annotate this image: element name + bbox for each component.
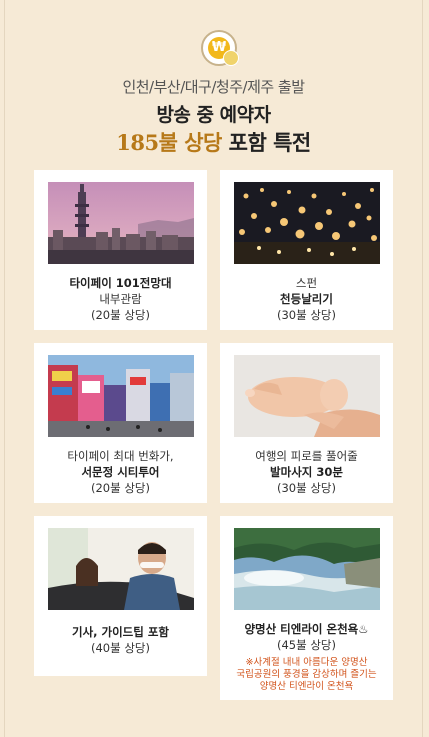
- benefit-card-taipei101: 타이페이 101전망대 내부관람 (20불 상당): [34, 170, 207, 330]
- note-line: 국립공원의 풍경을 감상하며 즐기는: [236, 669, 377, 680]
- benefit-card-ximending: 타이페이 최대 번화가, 서문정 시티투어 (20불 상당): [34, 343, 207, 503]
- card-subtitle: 내부관람: [99, 292, 142, 306]
- card-title: 천등날리기: [280, 292, 333, 306]
- card-location: 스펀: [295, 276, 318, 290]
- card-title: 발마사지 30분: [270, 465, 343, 479]
- page-title: 방송 중 예약자: [156, 104, 271, 126]
- benefit-highlight: 185불 상당: [116, 130, 222, 155]
- card-caption: 타이페이 101전망대 내부관람 (20불 상당): [34, 275, 207, 323]
- benefit-card-tips: 기사, 가이드팁 포함 (40불 상당): [34, 516, 207, 676]
- foot-massage-image: [234, 355, 380, 437]
- note-line: 양명산 티엔라이 온천욕: [259, 681, 354, 692]
- card-caption: 여행의 피로를 풀어줄 발마사지 30분 (30불 상당): [220, 448, 393, 496]
- card-caption: 기사, 가이드팁 포함 (40불 상당): [34, 624, 207, 656]
- card-title: 양명산 티엔라이 온천욕♨: [244, 622, 369, 636]
- card-value: (30불 상당): [276, 308, 336, 322]
- benefit-headline: 185불 상당 포함 특전: [5, 127, 422, 157]
- card-title: 기사, 가이드팁 포함: [71, 625, 169, 639]
- card-description: 여행의 피로를 풀어줄: [255, 449, 358, 463]
- card-title: 서문정 시티투어: [81, 465, 160, 479]
- card-caption: 스펀 천등날리기 (30불 상당): [220, 275, 393, 323]
- ximending-image: [48, 355, 194, 437]
- card-value: (30불 상당): [276, 481, 336, 495]
- check-icon: [223, 50, 239, 66]
- card-caption: 양명산 티엔라이 온천욕♨ (45불 상당): [220, 621, 393, 653]
- promo-panel: ₩ 인천/부산/대구/청주/제주 출발 방송 중 예약자 185불 상당 포함 …: [4, 0, 423, 737]
- card-value: (40불 상당): [90, 641, 150, 655]
- sky-lanterns-image: [234, 182, 380, 264]
- card-caption: 타이페이 최대 번화가, 서문정 시티투어 (20불 상당): [34, 448, 207, 496]
- note-line: ※사계절 내내 아름다운 양명산: [245, 657, 368, 668]
- card-value: (20불 상당): [90, 481, 150, 495]
- hot-spring-image: [234, 528, 380, 610]
- card-description: 타이페이 최대 번화가,: [67, 449, 174, 463]
- card-note: ※사계절 내내 아름다운 양명산 국립공원의 풍경을 감상하며 즐기는 양명산 …: [220, 657, 393, 693]
- benefit-card-hotspring: 양명산 티엔라이 온천욕♨ (45불 상당) ※사계절 내내 아름다운 양명산 …: [220, 516, 393, 700]
- departure-cities: 인천/부산/대구/청주/제주 출발: [122, 78, 305, 96]
- benefit-headline-rest: 포함 특전: [221, 131, 312, 155]
- card-title: 타이페이 101전망대: [69, 276, 172, 290]
- card-value: (45불 상당): [276, 638, 336, 652]
- benefit-card-lanterns: 스펀 천등날리기 (30불 상당): [220, 170, 393, 330]
- driver-image: [48, 528, 194, 610]
- card-value: (20불 상당): [90, 308, 150, 322]
- won-coin-icon: ₩: [201, 30, 239, 66]
- benefit-card-massage: 여행의 피로를 풀어줄 발마사지 30분 (30불 상당): [220, 343, 393, 503]
- taipei-101-image: [48, 182, 194, 264]
